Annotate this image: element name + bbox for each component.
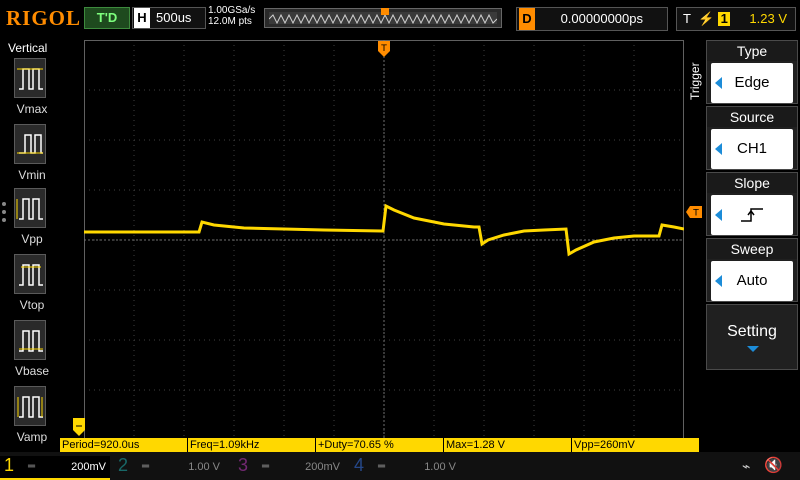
vtop-icon <box>14 254 46 294</box>
menu-source-title: Source <box>707 107 797 127</box>
trigger-source-badge: 1 <box>718 12 731 26</box>
svg-text:T: T <box>692 209 699 219</box>
measure-vpp-button[interactable]: Vpp <box>10 188 60 252</box>
menu-type[interactable]: Type Edge <box>706 40 798 104</box>
timebase-value: 500us <box>156 10 192 25</box>
left-arrow-icon <box>715 77 722 89</box>
menu-slope[interactable]: Slope <box>706 172 798 236</box>
measure-vmin-button[interactable]: Vmin <box>10 124 60 188</box>
channel-1-ground-marker-icon[interactable] <box>73 418 85 436</box>
channel-1-trace <box>84 203 685 257</box>
vtop-label: Vtop <box>19 298 45 312</box>
chevron-down-icon <box>747 346 759 352</box>
measurement-freq[interactable]: Freq=1.09kHz <box>188 438 316 452</box>
memory-overview-strip[interactable] <box>264 8 502 28</box>
rising-slope-icon <box>741 208 763 222</box>
menu-type-value[interactable]: Edge <box>711 63 793 103</box>
vmax-icon <box>14 58 46 98</box>
top-status-bar: RIGOL T'D H 500us 1.00GSa/s 12.0M pts D 0… <box>0 0 800 38</box>
channel-3-scale: 200mV <box>305 461 340 473</box>
measurement-results-bar: Period=920.0us Freq=1.09kHz +Duty=70.65 … <box>60 438 700 452</box>
measurement-period[interactable]: Period=920.0us <box>60 438 188 452</box>
dc-coupling-icon: ═ <box>378 461 386 472</box>
trigger-level-marker-icon[interactable]: T <box>686 206 702 218</box>
vpp-label: Vpp <box>21 232 43 246</box>
channel-3-number: 3 <box>238 455 249 475</box>
channel-3-tab[interactable]: 3 ═ 200mV <box>234 455 344 478</box>
measure-vmax-button[interactable]: Vmax <box>10 58 60 122</box>
vpp-icon <box>14 188 46 228</box>
menu-type-title: Type <box>707 41 797 61</box>
menu-sweep[interactable]: Sweep Auto <box>706 238 798 302</box>
trigger-position-marker-icon[interactable]: T <box>378 41 390 57</box>
measurement-panel-title: Vertical <box>8 41 48 55</box>
waveform-display <box>84 40 685 440</box>
vmin-icon <box>14 124 46 164</box>
dc-coupling-icon: ═ <box>262 461 270 472</box>
menu-sweep-value-text: Auto <box>736 272 768 289</box>
trigger-position-marker-icon <box>381 8 389 15</box>
channel-4-tab[interactable]: 4 ═ 1.00 V <box>350 455 460 478</box>
menu-setting[interactable]: Setting <box>706 304 798 370</box>
sampling-info: 1.00GSa/s 12.0M pts <box>208 5 255 27</box>
trigger-level-value: 1.23 V <box>749 11 787 26</box>
menu-sweep-title: Sweep <box>707 239 797 259</box>
measurement-vpp[interactable]: Vpp=260mV <box>572 438 700 452</box>
sample-rate: 1.00GSa/s <box>208 5 256 16</box>
channel-2-scale: 1.00 V <box>188 461 220 473</box>
measure-vamp-button[interactable]: Vamp <box>10 386 60 450</box>
left-arrow-icon <box>715 143 722 155</box>
menu-sweep-value[interactable]: Auto <box>711 261 793 301</box>
menu-type-value-text: Edge <box>734 74 770 91</box>
menu-slope-title: Slope <box>707 173 797 193</box>
left-arrow-icon <box>715 209 722 221</box>
delay-value: 0.00000000ps <box>560 11 643 26</box>
channel-2-number: 2 <box>118 455 129 475</box>
menu-title-tab: Trigger <box>686 48 704 128</box>
menu-setting-title: Setting <box>727 323 777 340</box>
measurement-max[interactable]: Max=1.28 V <box>444 438 572 452</box>
vamp-label: Vamp <box>16 430 48 444</box>
channel-4-number: 4 <box>354 455 365 475</box>
measure-vbase-button[interactable]: Vbase <box>10 320 60 384</box>
waveform-grid[interactable] <box>84 40 685 440</box>
trigger-status-box[interactable]: T ⚡ 1 1.23 V <box>676 7 796 31</box>
run-status-badge[interactable]: T'D <box>84 7 130 29</box>
vbase-label: Vbase <box>14 364 50 378</box>
menu-slope-value[interactable] <box>711 195 793 235</box>
svg-text:T: T <box>380 44 387 54</box>
dc-coupling-icon: ═ <box>28 461 36 472</box>
rising-edge-icon: ⚡ <box>698 11 715 26</box>
measurement-duty[interactable]: +Duty=70.65 % <box>316 438 444 452</box>
channel-2-tab[interactable]: 2 ═ 1.00 V <box>114 455 224 478</box>
usb-icon: ⌁ <box>742 458 751 474</box>
menu-source[interactable]: Source CH1 <box>706 106 798 170</box>
vamp-icon <box>14 386 46 426</box>
vmax-label: Vmax <box>16 102 48 116</box>
timebase-box[interactable]: H 500us <box>132 7 206 29</box>
measure-vtop-button[interactable]: Vtop <box>10 254 60 318</box>
center-axes <box>84 40 684 440</box>
vbase-icon <box>14 320 46 360</box>
left-arrow-icon <box>715 275 722 287</box>
channel-1-number: 1 <box>4 455 15 475</box>
trigger-menu: Type Edge Source CH1 Slope Sweep Auto Se… <box>704 40 800 435</box>
panel-page-dots <box>2 202 8 226</box>
delay-key: D <box>519 8 535 30</box>
brand-logo: RIGOL <box>6 6 82 30</box>
menu-source-value-text: CH1 <box>736 140 767 157</box>
menu-title: Trigger <box>688 62 702 100</box>
vmin-label: Vmin <box>18 168 46 182</box>
channel-1-tab[interactable]: 1 ═ 200mV <box>0 455 110 480</box>
speaker-muted-icon[interactable]: 🔇 <box>764 456 783 474</box>
channel-1-scale: 200mV <box>71 461 106 473</box>
timebase-key: H <box>134 8 150 28</box>
trigger-key: T <box>683 11 691 26</box>
delay-box[interactable]: D 0.00000000ps <box>516 7 668 31</box>
channel-bar: 1 ═ 200mV 2 ═ 1.00 V 3 ═ 200mV 4 ═ 1.00 … <box>0 452 800 480</box>
memory-depth: 12.0M pts <box>208 16 252 27</box>
menu-source-value[interactable]: CH1 <box>711 129 793 169</box>
dc-coupling-icon: ═ <box>142 461 150 472</box>
channel-4-scale: 1.00 V <box>424 461 456 473</box>
